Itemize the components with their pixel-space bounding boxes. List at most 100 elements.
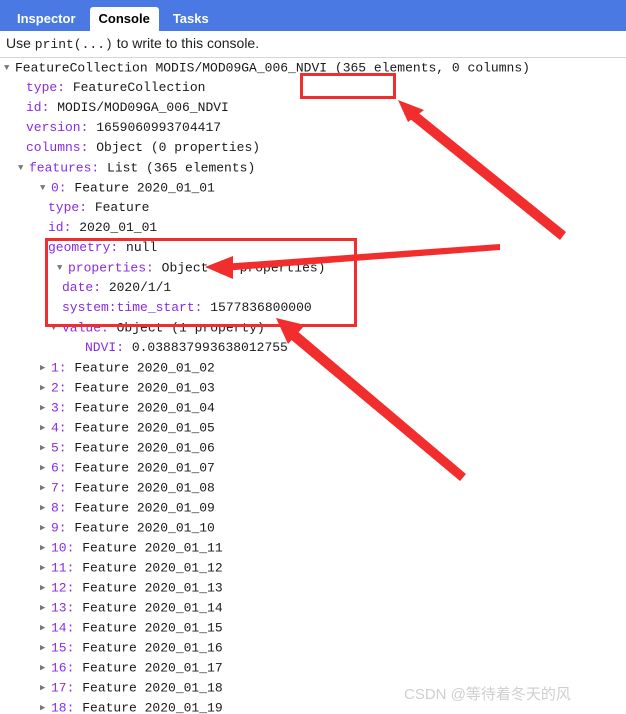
tree-row-feature-0[interactable]: ▼ 0: Feature 2020_01_01: [0, 178, 626, 198]
value-id: MODIS/MOD09GA_006_NDVI: [57, 100, 229, 115]
key-value: value:: [62, 320, 109, 336]
value-columns: Object (0 properties): [96, 140, 261, 155]
feature-index: 5:: [51, 440, 67, 456]
watermark: CSDN @等待着冬天的风: [404, 686, 571, 703]
key-id: id:: [48, 220, 72, 235]
collapse-triangle-icon[interactable]: ▶: [40, 498, 51, 518]
tree-row-columns: columns: Object (0 properties): [0, 138, 626, 158]
expand-triangle-icon[interactable]: ▼: [40, 178, 51, 198]
feature-label: Feature 2020_01_19: [82, 700, 223, 714]
expand-triangle-icon[interactable]: ▼: [51, 318, 62, 338]
value-geometry: null: [126, 240, 158, 255]
feature-index: 15:: [51, 640, 75, 656]
tree-row-ndvi: NDVI: 0.038837993638012755: [0, 338, 626, 358]
feature-index: 9:: [51, 520, 67, 536]
tree-row-feature-8[interactable]: ▶ 8: Feature 2020_01_09: [0, 498, 626, 518]
hint-code: print(...): [34, 37, 113, 52]
collapse-triangle-icon[interactable]: ▶: [40, 618, 51, 638]
tree-row-features[interactable]: ▼ features: List (365 elements): [0, 158, 626, 178]
tree-row-value[interactable]: ▼ value: Object (1 property): [0, 318, 626, 338]
tree-row-feature-11[interactable]: ▶ 11: Feature 2020_01_12: [0, 558, 626, 578]
key-type: type:: [26, 80, 66, 95]
feature-label: Feature 2020_01_09: [74, 500, 215, 516]
feature-index: 16:: [51, 660, 75, 676]
feature-label: Feature 2020_01_17: [82, 660, 223, 676]
key-features: features:: [29, 160, 100, 176]
tree-row-feature-16[interactable]: ▶ 16: Feature 2020_01_17: [0, 658, 626, 678]
tree-row-feature-13[interactable]: ▶ 13: Feature 2020_01_14: [0, 598, 626, 618]
tree-row-root[interactable]: ▼ FeatureCollection MODIS/MOD09GA_006_NDV…: [0, 58, 626, 78]
collapse-triangle-icon[interactable]: ▶: [40, 658, 51, 678]
collapse-triangle-icon[interactable]: ▶: [40, 358, 51, 378]
collapse-triangle-icon[interactable]: ▶: [40, 478, 51, 498]
collapse-triangle-icon[interactable]: ▶: [40, 638, 51, 658]
expand-triangle-icon[interactable]: ▼: [4, 58, 15, 78]
collapse-triangle-icon[interactable]: ▶: [40, 418, 51, 438]
collapse-triangle-icon[interactable]: ▶: [40, 598, 51, 618]
collapsed-feature-list: ▶ 1: Feature 2020_01_02 ▶ 2: Feature 2020_0…: [0, 358, 626, 714]
tab-inspector[interactable]: Inspector: [8, 7, 85, 31]
key-version: version:: [26, 120, 89, 135]
tree-row-feature-10[interactable]: ▶ 10: Feature 2020_01_11: [0, 538, 626, 558]
tree-row-date: date: 2020/1/1: [0, 278, 626, 298]
tree-row-feature-5[interactable]: ▶ 5: Feature 2020_01_06: [0, 438, 626, 458]
collapse-triangle-icon[interactable]: ▶: [40, 538, 51, 558]
tree-row-version: version: 1659060993704417: [0, 118, 626, 138]
tree-row-feature0-geometry: geometry: null: [0, 238, 626, 258]
collapse-triangle-icon[interactable]: ▶: [40, 698, 51, 714]
collapse-triangle-icon[interactable]: ▶: [40, 378, 51, 398]
feature-index: 12:: [51, 580, 75, 596]
collapse-triangle-icon[interactable]: ▶: [40, 578, 51, 598]
key-id: id:: [26, 100, 50, 115]
feature-label: Feature 2020_01_05: [74, 420, 215, 436]
feature-index: 11:: [51, 560, 75, 576]
expand-triangle-icon[interactable]: ▼: [57, 258, 68, 278]
tree-row-feature-3[interactable]: ▶ 3: Feature 2020_01_04: [0, 398, 626, 418]
feature-index: 1:: [51, 360, 67, 376]
key-columns: columns:: [26, 140, 89, 155]
collapse-triangle-icon[interactable]: ▶: [40, 518, 51, 538]
key-system-time-start: system:time_start:: [62, 300, 203, 315]
tree-row-feature-9[interactable]: ▶ 9: Feature 2020_01_10: [0, 518, 626, 538]
console-output[interactable]: ▼ FeatureCollection MODIS/MOD09GA_006_NDV…: [0, 58, 626, 714]
root-id: MODIS/MOD09GA_006_NDVI: [155, 60, 328, 76]
tab-console[interactable]: Console: [89, 7, 159, 31]
tree-row-feature-15[interactable]: ▶ 15: Feature 2020_01_16: [0, 638, 626, 658]
feature-label: Feature 2020_01_15: [82, 620, 223, 636]
tree-row-feature-1[interactable]: ▶ 1: Feature 2020_01_02: [0, 358, 626, 378]
value-features: List (365 elements): [107, 160, 256, 176]
feature-label: Feature 2020_01_14: [82, 600, 223, 616]
value-date: 2020/1/1: [108, 280, 172, 295]
feature-label: Feature 2020_01_07: [74, 460, 215, 476]
feature-label: Feature 2020_01_10: [74, 520, 215, 536]
collapse-triangle-icon[interactable]: ▶: [40, 678, 51, 698]
tree-row-feature-4[interactable]: ▶ 4: Feature 2020_01_05: [0, 418, 626, 438]
tree-row-feature-2[interactable]: ▶ 2: Feature 2020_01_03: [0, 378, 626, 398]
feature-label: Feature 2020_01_04: [74, 400, 215, 416]
expand-triangle-icon[interactable]: ▼: [18, 158, 29, 178]
tree-row-feature-12[interactable]: ▶ 12: Feature 2020_01_13: [0, 578, 626, 598]
feature-index: 3:: [51, 400, 67, 416]
feature-label: Feature 2020_01_16: [82, 640, 223, 656]
feature-label: Feature 2020_01_06: [74, 440, 215, 456]
tree-row-feature-6[interactable]: ▶ 6: Feature 2020_01_07: [0, 458, 626, 478]
feature-label: Feature 2020_01_18: [82, 680, 223, 696]
collapse-triangle-icon[interactable]: ▶: [40, 398, 51, 418]
tree-row-time-start: system:time_start: 1577836800000: [0, 298, 626, 318]
console-hint-text: Use print(...) to write to this console.: [6, 35, 259, 52]
feature-index: 6:: [51, 460, 67, 476]
tab-tasks[interactable]: Tasks: [164, 7, 218, 31]
value-system-time-start: 1577836800000: [210, 300, 312, 315]
collapse-triangle-icon[interactable]: ▶: [40, 438, 51, 458]
collapse-triangle-icon[interactable]: ▶: [40, 558, 51, 578]
tree-row-feature-7[interactable]: ▶ 7: Feature 2020_01_08: [0, 478, 626, 498]
key-geometry: geometry:: [48, 240, 119, 255]
feature-index: 7:: [51, 480, 67, 496]
feature-label: Feature 2020_01_11: [82, 540, 223, 556]
value-version: 1659060993704417: [96, 120, 222, 135]
collapse-triangle-icon[interactable]: ▶: [40, 458, 51, 478]
feature-label: Feature 2020_01_12: [82, 560, 223, 576]
tree-row-feature-14[interactable]: ▶ 14: Feature 2020_01_15: [0, 618, 626, 638]
tree-row-properties[interactable]: ▼ properties: Object (3 properties): [0, 258, 626, 278]
feature-index: 4:: [51, 420, 67, 436]
